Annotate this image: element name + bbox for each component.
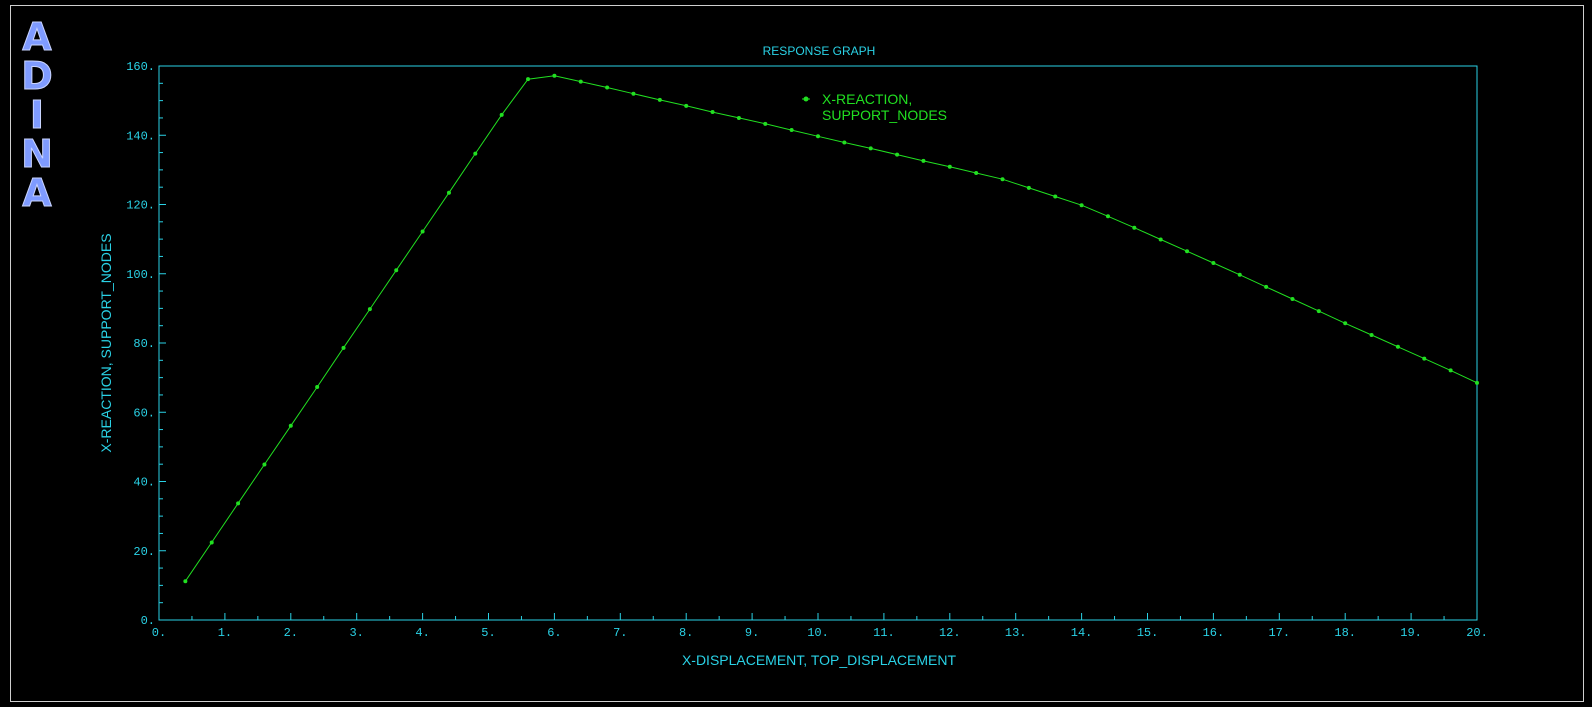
data-point	[1132, 225, 1137, 230]
data-point	[736, 115, 741, 120]
data-point	[578, 79, 583, 84]
x-tick-label: 16.	[1203, 626, 1225, 640]
data-point	[1369, 333, 1374, 338]
x-tick-label: 7.	[613, 626, 627, 640]
plot-area-frame	[158, 65, 1478, 621]
data-point	[315, 384, 320, 389]
data-point	[183, 579, 188, 584]
data-point	[1053, 194, 1058, 199]
y-axis-label: X-REACTION, SUPPORT_NODES	[98, 233, 114, 452]
data-point	[1316, 309, 1321, 314]
data-point	[710, 110, 715, 115]
data-point	[1264, 284, 1269, 289]
x-tick-label: 1.	[218, 626, 232, 640]
data-point	[868, 146, 873, 151]
chart-title: RESPONSE GRAPH	[763, 44, 876, 58]
data-point	[552, 73, 557, 78]
x-tick-label: 10.	[807, 626, 829, 640]
x-tick-label: 17.	[1268, 626, 1290, 640]
legend-label-line-2: SUPPORT_NODES	[822, 107, 947, 123]
data-point	[1448, 368, 1453, 373]
y-tick-label: 100.	[126, 268, 155, 282]
data-point	[367, 307, 372, 312]
data-point	[816, 134, 820, 139]
data-point	[526, 77, 531, 82]
data-point	[1185, 249, 1190, 254]
data-point	[473, 151, 478, 156]
data-point	[895, 152, 900, 157]
data-point	[446, 190, 451, 195]
data-point	[1343, 321, 1348, 326]
data-point	[974, 170, 979, 175]
x-axis: 0. 1. 2. 3. 4. 5. 6. 7. 8. 9. 10. 11. 12. 13. 14. 15. 16…	[152, 613, 1488, 640]
response-graph-chart: RESPONSE GRAPH 0. 1. 2. 3. 4. 5. 6. 7. 8. 9. 10. 11…	[98, 44, 1488, 668]
x-tick-label: 19.	[1400, 626, 1422, 640]
y-tick-label: 140.	[126, 129, 155, 143]
y-tick-label: 40.	[133, 476, 155, 490]
data-point	[236, 501, 241, 506]
data-point	[288, 423, 293, 428]
legend-label-line-1: X-REACTION,	[822, 91, 912, 107]
x-tick-label: 12.	[939, 626, 961, 640]
data-point	[631, 91, 636, 96]
x-tick-label: 15.	[1137, 626, 1159, 640]
x-tick-label: 20.	[1466, 626, 1488, 640]
y-axis: 0. 20. 40. 60. 80. 100. 120. 140. 160.	[126, 60, 166, 628]
data-point	[1395, 344, 1400, 349]
x-axis-label: X-DISPLACEMENT, TOP_DISPLACEMENT	[682, 652, 957, 668]
x-tick-label: 9.	[745, 626, 759, 640]
x-tick-label: 8.	[679, 626, 693, 640]
legend: X-REACTION, SUPPORT_NODES	[802, 91, 947, 123]
x-tick-label: 11.	[873, 626, 895, 640]
data-point	[921, 158, 926, 163]
data-point	[1000, 177, 1005, 182]
data-point	[1211, 261, 1216, 266]
x-tick-label: 3.	[349, 626, 363, 640]
data-point	[1026, 185, 1031, 190]
data-point	[341, 345, 346, 350]
y-tick-label: 120.	[126, 199, 155, 213]
y-tick-label: 0.	[141, 614, 155, 628]
x-tick-label: 2.	[284, 626, 298, 640]
data-point	[657, 97, 662, 102]
data-point	[842, 140, 847, 145]
data-point	[209, 540, 214, 545]
data-point	[763, 121, 768, 126]
y-tick-label: 60.	[133, 406, 155, 420]
data-point	[499, 112, 504, 117]
data-point	[947, 164, 952, 169]
y-tick-label: 80.	[133, 337, 155, 351]
data-point	[605, 85, 610, 90]
data-point	[1422, 356, 1427, 361]
x-tick-label: 5.	[481, 626, 495, 640]
series-line	[184, 75, 1478, 582]
x-tick-label: 14.	[1071, 626, 1093, 640]
data-point	[1079, 203, 1084, 208]
y-tick-label: 20.	[133, 545, 155, 559]
x-tick-label: 18.	[1334, 626, 1356, 640]
data-point	[1290, 297, 1295, 302]
data-point	[420, 229, 425, 234]
x-tick-label: 4.	[415, 626, 429, 640]
x-tick-label: 0.	[152, 626, 166, 640]
data-point	[789, 128, 794, 133]
data-point	[394, 268, 399, 273]
x-tick-label: 6.	[547, 626, 561, 640]
x-tick-label: 13.	[1005, 626, 1027, 640]
data-point	[262, 462, 267, 467]
data-point	[1475, 380, 1479, 385]
data-point	[1158, 237, 1163, 242]
data-point	[684, 103, 689, 108]
y-tick-label: 160.	[126, 60, 155, 74]
data-point	[1105, 214, 1110, 219]
data-point	[1237, 272, 1242, 277]
series-layer	[183, 73, 1479, 584]
